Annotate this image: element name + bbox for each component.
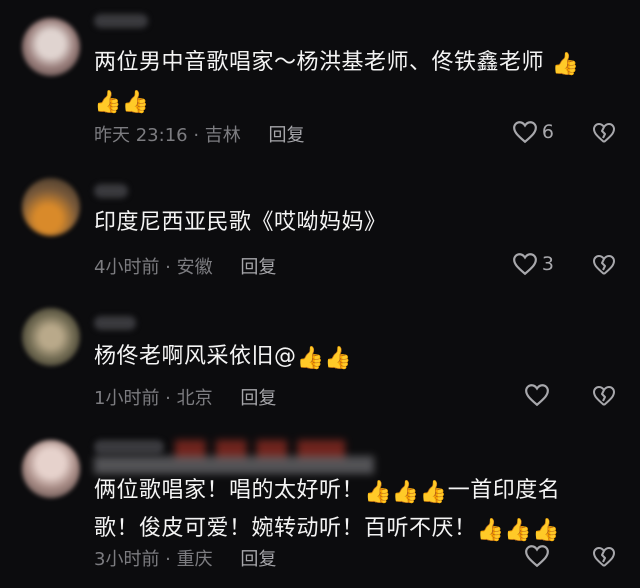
like-button[interactable]: 3 [512, 252, 554, 276]
reply-button[interactable]: 回复 [240, 549, 276, 570]
dislike-button[interactable] [592, 545, 616, 573]
comment-location: 安徽 [176, 257, 213, 278]
comment-text: 印度尼西亚民歌《哎呦妈妈》 [94, 204, 600, 242]
comment-text-body: 歌！俊皮可爱！婉转动听！百听不厌！ [94, 516, 477, 541]
username[interactable] [94, 14, 148, 28]
thumbs-up-icon: 👍 [476, 518, 505, 543]
comment-text-body: 俩位歌唱家！唱的太好听！ [94, 478, 365, 503]
username[interactable] [94, 316, 136, 330]
thumbs-up-icon: 👍 [419, 480, 448, 505]
like-button[interactable]: 6 [512, 120, 554, 144]
dislike-button[interactable] [592, 384, 616, 412]
comment-meta: 昨天 23:16 · 吉林 回复 [94, 125, 305, 146]
thumbs-up-icon: 👍 [121, 90, 150, 115]
comment-text: 两位男中音歌唱家～杨洪基老师、佟铁鑫老师 👍 👍👍 [94, 44, 600, 120]
like-count: 6 [541, 121, 554, 143]
comment-time: 4小时前 [94, 257, 160, 278]
dislike-button[interactable] [592, 253, 616, 281]
avatar[interactable] [22, 18, 80, 76]
avatar[interactable] [22, 440, 80, 498]
broken-heart-icon [593, 123, 615, 143]
comment-text-body: 杨佟老啊风采依旧@ [94, 344, 297, 369]
comment-text-body: 两位男中音歌唱家～杨洪基老师、佟铁鑫老师 [94, 50, 545, 75]
heart-icon [512, 253, 537, 276]
like-button[interactable] [524, 544, 554, 568]
thumbs-up-icon: 👍 [391, 480, 420, 505]
comment-location: 吉林 [204, 125, 241, 146]
comment-location: 北京 [176, 388, 213, 409]
thumbs-up-icon: 👍 [504, 518, 533, 543]
comment-time: 昨天 23:16 [94, 125, 188, 146]
comment-location: 重庆 [176, 549, 213, 570]
like-button[interactable] [524, 383, 554, 407]
heart-icon [512, 121, 537, 144]
broken-heart-icon [593, 255, 615, 275]
broken-heart-icon [593, 386, 615, 406]
username[interactable] [94, 184, 128, 198]
reply-button[interactable]: 回复 [240, 257, 276, 278]
broken-heart-icon [593, 547, 615, 567]
comment-meta: 4小时前 · 安徽 回复 [94, 257, 277, 278]
like-count: 3 [541, 253, 554, 275]
heart-icon [525, 384, 549, 407]
comment-text: 俩位歌唱家！唱的太好听！👍👍👍一首印度名 歌！俊皮可爱！婉转动听！百听不厌！👍👍… [94, 472, 600, 548]
dislike-button[interactable] [592, 121, 616, 149]
heart-icon [525, 545, 549, 568]
reply-button[interactable]: 回复 [240, 388, 276, 409]
comment-text-body: 一首印度名 [447, 478, 561, 503]
comment-text-body: 印度尼西亚民歌《哎呦妈妈》 [94, 210, 387, 235]
comment-meta: 1小时前 · 北京 回复 [94, 388, 277, 409]
thumbs-up-icon: 👍 [551, 52, 580, 77]
comment-meta: 3小时前 · 重庆 回复 [94, 549, 277, 570]
thumbs-up-icon: 👍 [94, 90, 122, 115]
comment-text: 杨佟老啊风采依旧@👍👍 [94, 338, 600, 376]
thumbs-up-icon: 👍 [324, 346, 353, 371]
username[interactable] [94, 440, 164, 454]
comment-time: 3小时前 [94, 549, 160, 570]
avatar[interactable] [22, 308, 80, 366]
reply-button[interactable]: 回复 [269, 125, 305, 146]
avatar[interactable] [22, 178, 80, 236]
thumbs-up-icon: 👍 [532, 518, 561, 543]
comment-time: 1小时前 [94, 388, 160, 409]
thumbs-up-icon: 👍 [296, 346, 325, 371]
thumbs-up-icon: 👍 [364, 480, 392, 505]
